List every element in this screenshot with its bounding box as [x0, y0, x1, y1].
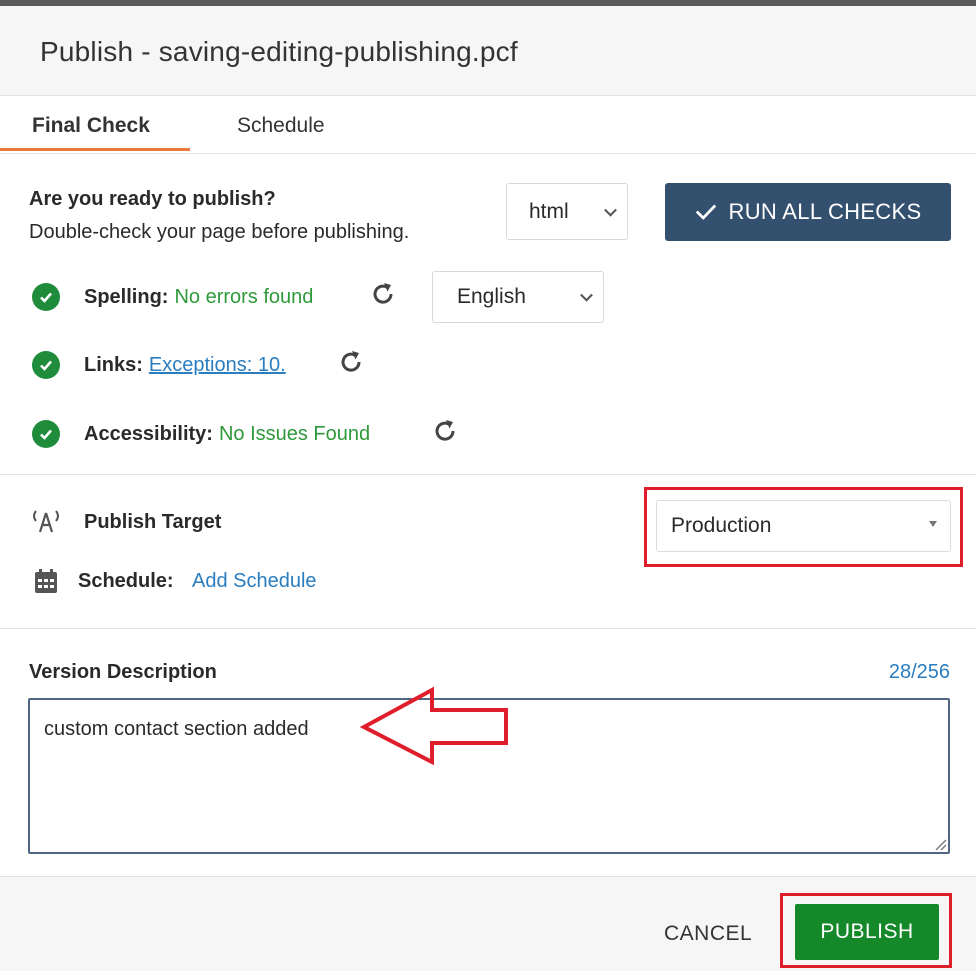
check-circle-icon	[32, 351, 60, 379]
refresh-icon[interactable]	[431, 417, 459, 445]
accessibility-label: Accessibility:	[84, 422, 213, 445]
dialog-title: Publish - saving-editing-publishing.pcf	[40, 36, 518, 67]
run-all-checks-button[interactable]: RUN ALL CHECKS	[665, 183, 951, 241]
accessibility-check-row: Accessibility: No Issues Found	[32, 419, 370, 449]
chevron-down-icon	[580, 288, 593, 302]
format-select-value: html	[529, 199, 569, 223]
links-label: Links:	[84, 353, 143, 376]
caret-down-icon	[929, 521, 937, 527]
ready-heading: Are you ready to publish?	[29, 188, 276, 210]
add-schedule-link[interactable]: Add Schedule	[192, 570, 317, 593]
tab-final-check[interactable]: Final Check	[32, 114, 150, 138]
spelling-check-row: Spelling: No errors found	[32, 282, 313, 312]
refresh-icon[interactable]	[369, 280, 397, 308]
links-check-row: Links: Exceptions: 10.	[32, 350, 286, 380]
run-all-checks-label: RUN ALL CHECKS	[728, 199, 922, 224]
active-tab-indicator	[0, 148, 190, 151]
dialog-header: Publish - saving-editing-publishing.pcf	[0, 6, 976, 96]
section-divider	[0, 628, 976, 629]
spelling-result: No errors found	[174, 285, 314, 308]
ready-subheading: Double-check your page before publishing…	[29, 221, 410, 243]
publish-target-label: Publish Target	[84, 511, 222, 533]
language-select[interactable]: English	[432, 271, 604, 323]
publish-target-select[interactable]: Production	[656, 500, 951, 552]
spelling-label: Spelling:	[84, 285, 169, 308]
refresh-icon[interactable]	[337, 348, 365, 376]
publish-target-value: Production	[671, 514, 772, 537]
schedule-label: Schedule:	[78, 570, 174, 592]
format-select[interactable]: html	[506, 183, 628, 240]
tab-schedule[interactable]: Schedule	[237, 114, 325, 138]
accessibility-result: No Issues Found	[218, 422, 371, 445]
publish-button[interactable]: PUBLISH	[795, 904, 939, 960]
chevron-down-icon	[604, 203, 617, 217]
character-counter: 28/256	[888, 661, 950, 683]
links-exceptions-link[interactable]: Exceptions: 10.	[149, 354, 286, 377]
resize-handle-icon[interactable]	[933, 837, 947, 851]
check-circle-icon	[32, 420, 60, 448]
broadcast-icon	[33, 510, 59, 533]
section-divider	[0, 474, 976, 475]
language-select-value: English	[457, 285, 526, 308]
cancel-button[interactable]: CANCEL	[664, 922, 752, 946]
checkmark-icon	[695, 204, 716, 220]
version-description-label: Version Description	[29, 661, 217, 683]
calendar-icon	[35, 569, 57, 593]
annotation-arrow	[360, 686, 508, 766]
check-circle-icon	[32, 283, 60, 311]
tab-bar: Final Check Schedule	[0, 96, 976, 154]
